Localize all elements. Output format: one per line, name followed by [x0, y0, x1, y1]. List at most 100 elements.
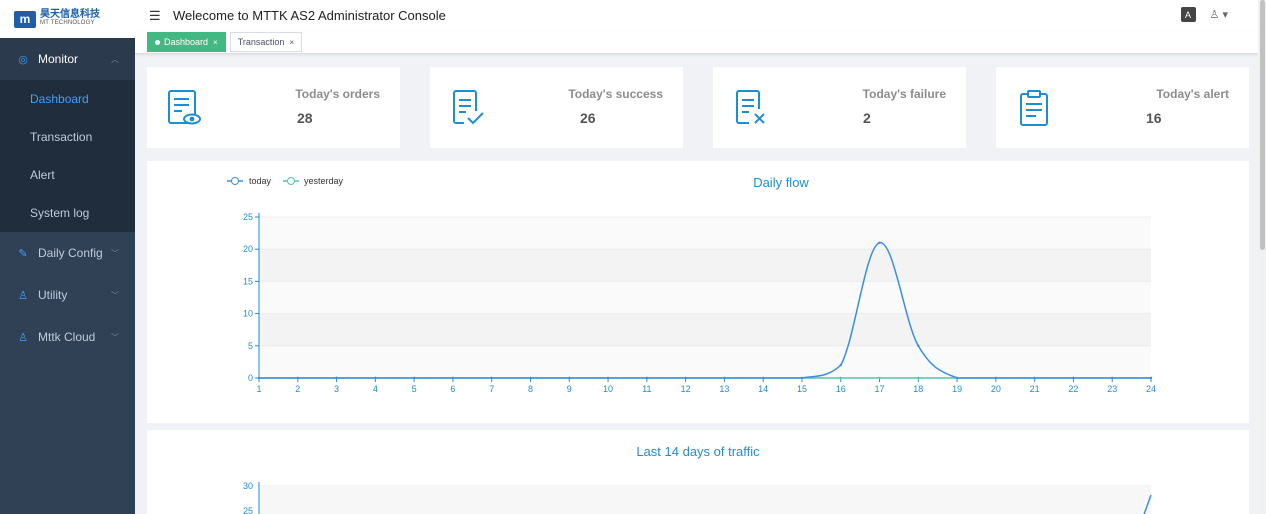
sidebar-item-label: Monitor: [38, 52, 79, 66]
x-tick-label: 2: [295, 384, 300, 394]
data-point: [412, 376, 416, 380]
stat-card-orders[interactable]: Today's orders 28: [147, 67, 400, 148]
hamburger-icon[interactable]: ☰: [149, 8, 163, 24]
top-navbar: ☰ Welecome to MTTK AS2 Administrator Con…: [135, 0, 1258, 31]
y-tick-label: 25: [243, 506, 253, 514]
card-value: 2: [863, 110, 871, 126]
x-tick-label: 7: [489, 384, 494, 394]
x-tick-label: 17: [875, 384, 885, 394]
order-view-icon: [168, 90, 201, 125]
y-tick-label: 5: [248, 341, 253, 351]
x-tick-label: 15: [797, 384, 807, 394]
data-point: [839, 376, 842, 380]
user-menu-icon[interactable]: ♙ ▾: [1210, 8, 1228, 21]
x-tick-label: 18: [913, 384, 923, 394]
data-point: [335, 376, 338, 380]
y-tick-label: 15: [243, 276, 253, 286]
sidebar-item-dashboard[interactable]: Dashboard: [0, 80, 135, 118]
logo[interactable]: m 昊天信息科技 MT TECHNOLOGY: [0, 0, 135, 38]
sidebar-item-transaction[interactable]: Transaction: [0, 118, 135, 156]
chevron-down-icon: ﹀: [111, 290, 119, 300]
x-tick-label: 13: [719, 384, 729, 394]
clipboard-icon: [1020, 90, 1048, 126]
card-label: Today's orders: [295, 87, 380, 101]
card-value: 26: [580, 110, 596, 126]
edit-icon: ✎: [18, 247, 28, 260]
close-icon[interactable]: ×: [289, 38, 294, 47]
logo-cn: 昊天信息科技: [40, 9, 100, 20]
x-tick-label: 14: [758, 384, 768, 394]
sidebar-item-system-log[interactable]: System log: [0, 194, 135, 232]
x-tick-label: 12: [681, 384, 691, 394]
data-point: [878, 241, 881, 244]
chevron-down-icon: ﹀: [111, 248, 119, 258]
data-point: [684, 376, 687, 380]
data-point: [1072, 376, 1075, 380]
page-scrollbar-thumb[interactable]: [1260, 0, 1265, 250]
app-root: m 昊天信息科技 MT TECHNOLOGY ◎ Monitor ︿ Dashb…: [0, 0, 1266, 514]
logo-en: MT TECHNOLOGY: [40, 20, 95, 26]
stat-card-alert[interactable]: Today's alert 16: [996, 67, 1249, 148]
card-value: 16: [1146, 110, 1162, 126]
card-label: Today's failure: [862, 87, 946, 101]
tab-dashboard[interactable]: Dashboard ×: [147, 32, 226, 52]
data-point: [451, 376, 455, 380]
monitor-submenu: Dashboard Transaction Alert System log: [0, 80, 135, 232]
data-point: [917, 344, 920, 347]
grid-band: [259, 486, 1151, 514]
data-point: [878, 376, 881, 380]
tab-label: Dashboard: [164, 37, 209, 47]
x-tick-label: 21: [1030, 384, 1040, 394]
x-tick-label: 1: [256, 384, 261, 394]
stat-card-failure[interactable]: Today's failure 2: [713, 67, 966, 148]
chart-legend[interactable]: today yesterday: [227, 176, 344, 186]
tab-transaction[interactable]: Transaction ×: [229, 32, 303, 52]
sidebar: m 昊天信息科技 MT TECHNOLOGY ◎ Monitor ︿ Dashb…: [0, 0, 135, 514]
data-point: [1033, 376, 1036, 380]
data-point: [490, 376, 493, 380]
user-icon: ♙: [18, 331, 28, 344]
grid-band: [259, 345, 1151, 378]
data-point: [839, 363, 842, 367]
monitor-icon: ◎: [18, 53, 28, 66]
x-tick-label: 16: [836, 384, 846, 394]
card-label: Today's success: [568, 87, 663, 101]
data-point: [645, 376, 649, 380]
user-icon: ♙: [18, 289, 28, 302]
sidebar-item-utility[interactable]: ♙ Utility ﹀: [0, 274, 135, 316]
sidebar-item-label: Mttk Cloud: [38, 330, 96, 344]
x-tick-label: 5: [412, 384, 417, 394]
data-point: [955, 376, 959, 380]
x-tick-label: 10: [603, 384, 613, 394]
sidebar-item-monitor[interactable]: ◎ Monitor ︿: [0, 38, 135, 80]
stat-card-success[interactable]: Today's success 26: [430, 67, 683, 148]
x-tick-label: 6: [450, 384, 455, 394]
x-tick-label: 4: [373, 384, 378, 394]
active-dot: [155, 39, 160, 45]
traffic-14days-chart[interactable]: Last 14 days of traffic 30 25: [147, 430, 1249, 514]
close-icon[interactable]: ×: [213, 38, 218, 47]
logo-mark: m: [14, 10, 36, 28]
daily-flow-chart[interactable]: today yesterday Daily flow 0510152025 12…: [147, 161, 1249, 423]
sidebar-item-mttk-cloud[interactable]: ♙ Mttk Cloud ﹀: [0, 316, 135, 358]
data-point: [529, 376, 532, 380]
data-point: [761, 376, 765, 380]
sidebar-item-alert[interactable]: Alert: [0, 156, 135, 194]
language-icon[interactable]: A: [1180, 7, 1196, 22]
doc-x-icon: [736, 90, 765, 124]
x-tick-label: 9: [567, 384, 572, 394]
sidebar-item-daily-config[interactable]: ✎ Daily Config ﹀: [0, 232, 135, 274]
data-point: [917, 376, 920, 380]
legend-yesterday-label: yesterday: [304, 176, 344, 186]
tab-label: Transaction: [237, 37, 285, 47]
x-tick-label: 23: [1107, 384, 1117, 394]
x-tick-label: 3: [334, 384, 339, 394]
y-tick-label: 0: [248, 373, 253, 383]
tags-view: Dashboard × Transaction ×: [135, 31, 1258, 54]
card-value: 28: [297, 110, 313, 126]
grid-band: [259, 217, 1151, 250]
legend-today-label: today: [249, 176, 272, 186]
data-point: [296, 376, 299, 380]
legend-today-marker: [231, 177, 239, 185]
data-point: [374, 376, 377, 380]
